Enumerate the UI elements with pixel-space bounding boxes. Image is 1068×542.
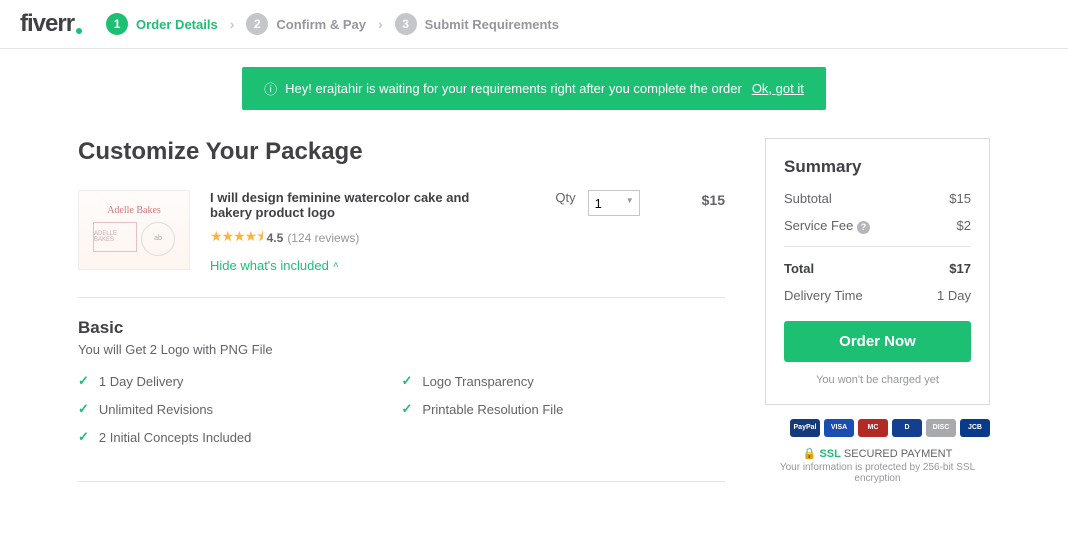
lock-icon: 🔒	[803, 448, 817, 460]
notice-dismiss-link[interactable]: Ok, got it	[752, 81, 804, 96]
divider	[784, 246, 971, 247]
gig-thumbnail: Adelle Bakes ADELLE BAKES ab	[78, 190, 190, 270]
step-number: 2	[246, 13, 268, 35]
feature-label: Unlimited Revisions	[99, 402, 213, 417]
logo[interactable]: fiverr	[20, 10, 82, 38]
qty-label: Qty	[555, 190, 575, 205]
step-confirm-pay[interactable]: 2 Confirm & Pay	[246, 13, 366, 35]
feature-label: 2 Initial Concepts Included	[99, 430, 251, 445]
ssl-label: SSL	[819, 448, 840, 460]
review-count: (124 reviews)	[287, 231, 359, 245]
gig-row: Adelle Bakes ADELLE BAKES ab I will desi…	[78, 190, 725, 298]
step-number: 1	[106, 13, 128, 35]
step-submit-requirements[interactable]: 3 Submit Requirements	[395, 13, 559, 35]
feature-item: ✓ 1 Day Delivery	[78, 373, 402, 389]
no-charge-note: You won't be charged yet	[784, 374, 971, 386]
breadcrumb-steps: 1 Order Details › 2 Confirm & Pay › 3 Su…	[106, 13, 559, 35]
feature-item: ✓ Logo Transparency	[402, 373, 726, 389]
check-icon: ✓	[78, 373, 89, 389]
package-block: Basic You will Get 2 Logo with PNG File …	[78, 318, 725, 482]
chevron-up-icon: ˄	[333, 260, 339, 271]
chevron-right-icon: ›	[378, 16, 383, 32]
ssl-rest: SECURED PAYMENT	[844, 448, 952, 460]
gig-title: I will design feminine watercolor cake a…	[210, 190, 510, 220]
hide-included-toggle[interactable]: Hide what's included ˄	[210, 258, 339, 273]
delivery-label: Delivery Time	[784, 288, 863, 303]
diners-icon: D	[892, 419, 922, 437]
feature-item: ✓ Printable Resolution File	[402, 401, 726, 417]
step-label: Order Details	[136, 17, 218, 32]
ssl-line: 🔒 SSL SECURED PAYMENT	[765, 447, 990, 460]
subtotal-value: $15	[949, 191, 971, 206]
logo-dot-icon	[76, 28, 82, 34]
check-icon: ✓	[402, 401, 413, 417]
payment-icons: PayPal VISA MC D DISC JCB	[765, 419, 990, 437]
qty-select[interactable]: 1	[588, 190, 640, 216]
info-icon[interactable]: ?	[857, 221, 870, 234]
visa-icon: VISA	[824, 419, 854, 437]
gig-price: $15	[702, 192, 725, 208]
check-icon: ✓	[78, 401, 89, 417]
logo-text: fiverr	[20, 10, 74, 38]
page-title: Customize Your Package	[78, 138, 725, 166]
feature-label: 1 Day Delivery	[99, 374, 184, 389]
notice-bar: ⓘ Hey! erajtahir is waiting for your req…	[242, 67, 826, 110]
total-label: Total	[784, 261, 814, 276]
paypal-icon: PayPal	[790, 419, 820, 437]
check-icon: ✓	[402, 373, 413, 389]
notice-bar-wrap: ⓘ Hey! erajtahir is waiting for your req…	[0, 67, 1068, 110]
header: fiverr 1 Order Details › 2 Confirm & Pay…	[0, 0, 1068, 49]
notice-text: Hey! erajtahir is waiting for your requi…	[285, 81, 742, 96]
step-number: 3	[395, 13, 417, 35]
feature-label: Logo Transparency	[422, 374, 533, 389]
ssl-sub: Your information is protected by 256-bit…	[765, 462, 990, 484]
chevron-right-icon: ›	[230, 16, 235, 32]
check-icon: ✓	[78, 429, 89, 445]
feature-item: ✓ 2 Initial Concepts Included	[78, 429, 402, 445]
step-label: Confirm & Pay	[276, 17, 366, 32]
service-fee-value: $2	[957, 218, 971, 234]
jcb-icon: JCB	[960, 419, 990, 437]
stars-icon: ★★★★⯨	[210, 226, 263, 250]
feature-label: Printable Resolution File	[422, 402, 563, 417]
summary-box: Summary Subtotal $15 Service Fee ? $2 To…	[765, 138, 990, 405]
summary-title: Summary	[784, 157, 971, 177]
rating-value: 4.5	[267, 231, 284, 245]
discover-icon: DISC	[926, 419, 956, 437]
hide-included-label: Hide what's included	[210, 258, 329, 273]
order-now-button[interactable]: Order Now	[784, 321, 971, 362]
service-fee-label: Service Fee ?	[784, 218, 870, 234]
package-name: Basic	[78, 318, 725, 338]
package-description: You will Get 2 Logo with PNG File	[78, 342, 725, 357]
gig-rating: ★★★★⯨ 4.5 (124 reviews)	[210, 226, 535, 250]
total-value: $17	[949, 261, 971, 276]
delivery-value: 1 Day	[937, 288, 971, 303]
step-label: Submit Requirements	[425, 17, 559, 32]
step-order-details[interactable]: 1 Order Details	[106, 13, 218, 35]
feature-item: ✓ Unlimited Revisions	[78, 401, 402, 417]
subtotal-label: Subtotal	[784, 191, 832, 206]
mastercard-icon: MC	[858, 419, 888, 437]
info-icon: ⓘ	[264, 79, 277, 98]
